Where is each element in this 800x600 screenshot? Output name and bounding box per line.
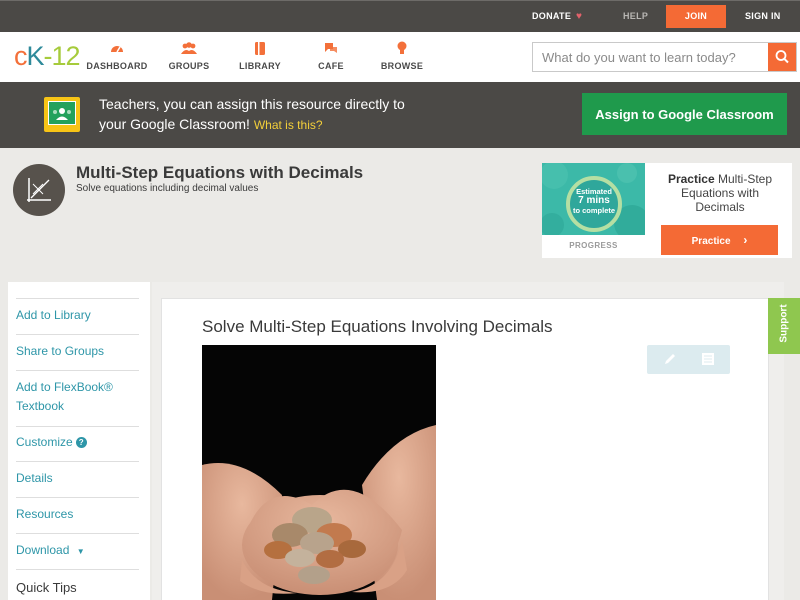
graph-icon [27, 178, 51, 202]
nav-dashboard[interactable]: DASHBOARD [77, 40, 157, 71]
practice-button[interactable]: Practice › [661, 225, 778, 255]
customize-label: Customize [16, 435, 73, 449]
sidebar-divider [16, 298, 139, 299]
sidebar-item-add-to-library[interactable]: Add to Library [16, 306, 139, 325]
nav-dashboard-label: DASHBOARD [86, 61, 148, 71]
page-title: Multi-Step Equations with Decimals [76, 163, 364, 182]
nav-library[interactable]: LIBRARY [220, 40, 300, 71]
sidebar: Add to Library Share to Groups Add to Fl… [8, 282, 150, 600]
sidebar-item-download[interactable]: Download ▼ [16, 541, 139, 561]
search-button[interactable] [768, 43, 796, 71]
estimated-time-badge: Estimated 7 mins to complete [566, 176, 622, 232]
donate-link[interactable]: DONATE ♥ [532, 1, 582, 32]
sidebar-item-customize[interactable]: Customize? [16, 433, 139, 452]
help-link[interactable]: HELP [623, 1, 648, 32]
estimated-mins: 7 mins [578, 195, 610, 206]
groups-icon [181, 42, 197, 54]
dashboard-icon [111, 46, 123, 53]
textbook-label: Textbook [16, 399, 65, 413]
chevron-right-icon: › [743, 233, 748, 247]
logo-k: K [26, 41, 45, 71]
practice-card: Estimated 7 mins to complete PROGRESS Pr… [542, 163, 792, 258]
sidebar-divider [16, 533, 139, 534]
nav-groups[interactable]: GROUPS [149, 40, 229, 71]
sidebar-divider [16, 461, 139, 462]
sidebar-item-resources[interactable]: Resources [16, 505, 139, 524]
progress-graphic: Estimated 7 mins to complete [542, 163, 645, 235]
banner-message: Teachers, you can assign this resource d… [99, 94, 459, 135]
library-icon [255, 42, 265, 55]
help-icon[interactable]: ? [75, 437, 87, 448]
pencil-icon[interactable] [663, 352, 677, 366]
content-title: Solve Multi-Step Equations Involving Dec… [202, 317, 553, 336]
nav-cafe[interactable]: CAFE [291, 40, 371, 71]
practice-button-label: Practice [691, 236, 731, 247]
main-navigation: cK-12 DASHBOARD GROUPS LIBRARY CAFE BROW… [0, 32, 800, 82]
logo-dash: - [43, 41, 53, 71]
sidebar-divider [16, 370, 139, 371]
heart-icon: ♥ [575, 11, 583, 22]
progress-label: PROGRESS [569, 241, 618, 250]
top-utility-bar: DONATE ♥ HELP JOIN SIGN IN [0, 0, 800, 32]
join-button[interactable]: JOIN [666, 5, 726, 28]
google-classroom-icon [44, 97, 80, 132]
ck12-logo[interactable]: cK-12 [14, 41, 81, 72]
coins-in-hands-image [202, 345, 436, 600]
sign-in-link[interactable]: SIGN IN [745, 1, 781, 32]
support-tab[interactable]: Support [768, 298, 800, 354]
sidebar-item-details[interactable]: Details [16, 469, 139, 488]
nav-browse-label: BROWSE [380, 61, 424, 71]
banner-line-1: Teachers, you can assign this resource d… [99, 96, 405, 112]
sidebar-item-share-to-groups[interactable]: Share to Groups [16, 342, 139, 361]
to-complete-label: to complete [572, 206, 616, 215]
quick-tips-heading: Quick Tips [16, 580, 77, 595]
caret-down-icon: ▼ [76, 547, 85, 556]
sidebar-divider [16, 497, 139, 498]
practice-title-bold: Practice [667, 172, 715, 186]
logo-c: c [14, 41, 27, 71]
support-tab-label: Support [778, 304, 790, 343]
assign-google-classroom-button[interactable]: Assign to Google Classroom [582, 93, 787, 135]
download-label: Download [16, 543, 70, 557]
google-classroom-banner: Teachers, you can assign this resource d… [0, 82, 800, 148]
nav-cafe-label: CAFE [318, 61, 344, 71]
page-subtitle: Solve equations including decimal values [76, 183, 259, 194]
search-input[interactable] [533, 43, 769, 71]
nav-groups-label: GROUPS [168, 61, 210, 71]
sidebar-divider [16, 334, 139, 335]
donate-label: DONATE [532, 11, 572, 21]
add-to-flexbook-label: Add to FlexBook® [16, 380, 113, 394]
cafe-icon [325, 43, 337, 53]
what-is-this-link[interactable]: What is this? [254, 118, 323, 132]
sidebar-divider [16, 426, 139, 427]
sidebar-divider [16, 569, 139, 570]
concept-icon [13, 164, 65, 216]
search-box [532, 42, 797, 72]
notes-icon[interactable] [701, 352, 715, 366]
nav-browse[interactable]: BROWSE [362, 40, 442, 71]
browse-icon [397, 41, 407, 54]
content-tools [647, 345, 730, 374]
sidebar-item-add-to-flexbook[interactable]: Add to FlexBook® Textbook [16, 378, 139, 416]
nav-library-label: LIBRARY [239, 61, 281, 71]
practice-title: Practice Multi-Step Equations with Decim… [658, 172, 782, 214]
logo-number: 12 [51, 41, 81, 71]
search-icon [775, 50, 789, 64]
banner-line-2: your Google Classroom! [99, 116, 250, 132]
